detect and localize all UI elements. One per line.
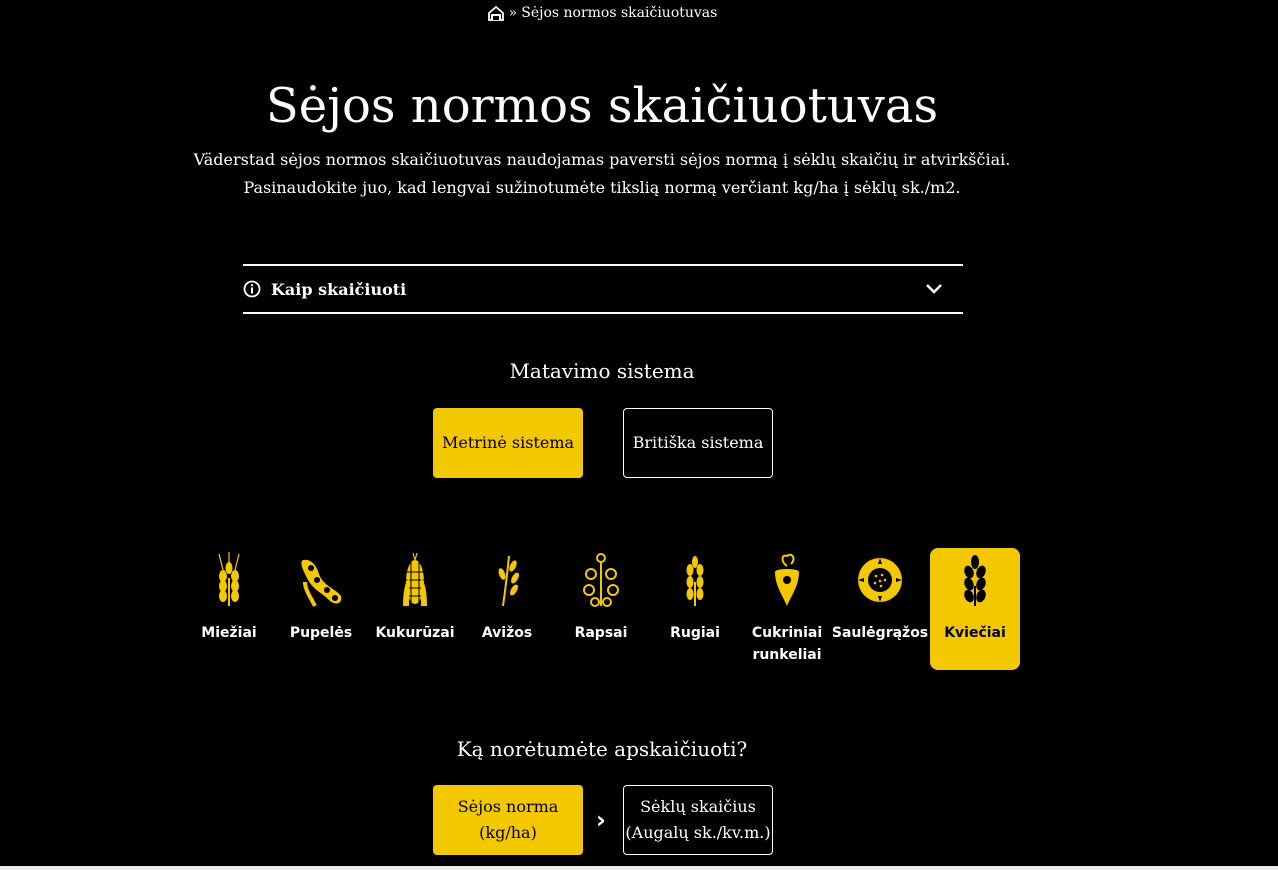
home-icon[interactable]	[487, 5, 505, 21]
seeding-rate-label: Sėjos norma (kg/ha)	[458, 794, 559, 846]
seeding-rate-line-1: Sėjos norma	[457, 797, 559, 816]
crop-name-line-2: runkeliai	[752, 647, 822, 663]
seed-count-line-2: (Augalų sk./kv.m.)	[625, 823, 771, 842]
crop-beans[interactable]: Pupelės	[276, 548, 366, 670]
breadcrumb-separator: »	[508, 5, 518, 21]
seed-count-button[interactable]: Sėklų skaičius (Augalų sk./kv.m.)	[623, 785, 773, 855]
crop-wheat[interactable]: Kviečiai	[930, 548, 1020, 670]
seeding-rate-line-2: (kg/ha)	[479, 823, 537, 842]
crop-barley[interactable]: Miežiai	[184, 548, 274, 670]
info-icon	[243, 280, 261, 298]
crop-name: Saulėgrąžos	[831, 625, 929, 641]
chevron-right-icon: ›	[596, 806, 606, 834]
crop-name: Miežiai	[201, 625, 257, 641]
beans-icon	[301, 559, 342, 607]
page-bottom-edge	[0, 866, 1278, 870]
page-intro: Väderstad sėjos normos skaičiuotuvas nau…	[150, 146, 1054, 202]
crop-rye[interactable]: Rugiai	[650, 548, 740, 670]
crop-name: Kukurūzai	[375, 625, 455, 641]
corn-icon	[403, 552, 427, 606]
crop-name: Cukriniai	[751, 625, 823, 641]
metric-system-label: Metrinė sistema	[441, 433, 575, 452]
crop-name: Pupelės	[289, 625, 353, 641]
breadcrumb-current: Sėjos normos skaičiuotuvas	[521, 5, 718, 21]
crop-name: Rapsai	[574, 625, 628, 641]
seed-count-line-1: Sėklų skaičius	[640, 797, 756, 816]
crop-name: Rugiai	[670, 625, 720, 641]
breadcrumb: » Sėjos normos skaičiuotuvas	[0, 4, 1204, 22]
accordion-label: Kaip skaičiuoti	[271, 279, 407, 299]
chevron-down-icon[interactable]	[925, 283, 943, 295]
calculate-title: Ką norėtumėte apskaičiuoti?	[456, 737, 748, 761]
intro-line-2: Pasinaudokite juo, kad lengvai sužinotum…	[243, 178, 961, 197]
seed-count-label: Sėklų skaičius (Augalų sk./kv.m.)	[625, 794, 770, 846]
metric-system-button[interactable]: Metrinė sistema	[433, 408, 583, 478]
crop-oats[interactable]: Avižos	[462, 548, 552, 670]
crop-sunflower[interactable]: Saulėgrąžos	[831, 548, 929, 670]
imperial-system-label: Britiška sistema	[632, 433, 764, 452]
crop-name: Avižos	[481, 625, 533, 641]
sunflower-icon	[858, 558, 902, 602]
seeding-rate-button[interactable]: Sėjos norma (kg/ha)	[433, 785, 583, 855]
crop-rapeseed[interactable]: Rapsai	[556, 548, 646, 670]
crop-selector: Miežiai Pupelės Kukurūzai Avižos Rapsai …	[184, 548, 1024, 672]
oats-icon	[498, 555, 519, 607]
how-to-calculate-accordion[interactable]: Kaip skaičiuoti	[243, 264, 963, 314]
page-title: Sėjos normos skaičiuotuvas	[265, 78, 939, 134]
crop-name: Kviečiai	[944, 625, 1006, 641]
crop-sugar-beet[interactable]: Cukriniai runkeliai	[742, 548, 832, 670]
imperial-system-button[interactable]: Britiška sistema	[623, 408, 773, 478]
intro-line-1: Väderstad sėjos normos skaičiuotuvas nau…	[193, 150, 1011, 169]
rye-icon	[686, 556, 704, 606]
sugar-beet-icon	[775, 553, 799, 606]
barley-icon	[218, 552, 240, 606]
wheat-icon	[964, 555, 986, 606]
rapeseed-icon	[583, 553, 619, 607]
measurement-title: Matavimo sistema	[509, 359, 695, 383]
crop-corn[interactable]: Kukurūzai	[370, 548, 460, 670]
